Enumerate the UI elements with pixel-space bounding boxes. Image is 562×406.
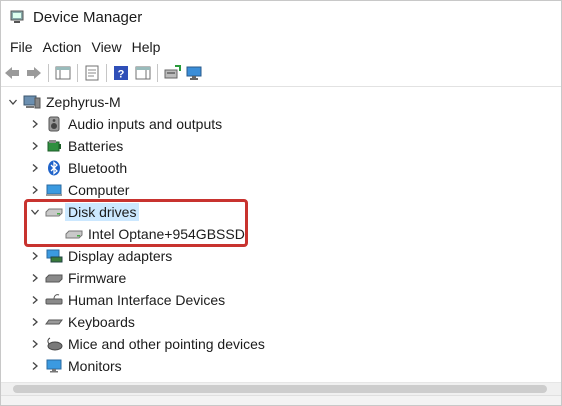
- tree-item-label: Monitors: [68, 358, 122, 374]
- speaker-icon: [45, 116, 63, 132]
- menu-action[interactable]: Action: [38, 39, 87, 55]
- display-adapter-icon: [45, 248, 63, 264]
- menu-view[interactable]: View: [86, 39, 126, 55]
- tree-item-label: Batteries: [68, 138, 124, 154]
- tree-item-computer[interactable]: Computer: [29, 179, 129, 201]
- tree-item-mice[interactable]: Mice and other pointing devices: [29, 333, 265, 355]
- chevron-right-icon[interactable]: [29, 294, 41, 306]
- tree-item-label: Audio inputs and outputs: [68, 116, 223, 132]
- hid-icon: [45, 292, 63, 308]
- tree-item-firmware[interactable]: Firmware: [29, 267, 126, 289]
- toolbar-separator: [157, 64, 158, 82]
- menu-file[interactable]: File: [1, 39, 38, 55]
- chevron-right-icon[interactable]: [29, 250, 41, 262]
- toolbar-separator: [106, 64, 107, 82]
- tree-item-label: Mice and other pointing devices: [68, 336, 265, 352]
- tree-item-keyboards[interactable]: Keyboards: [29, 311, 135, 333]
- chevron-right-icon[interactable]: [29, 162, 41, 174]
- tree-item-batteries[interactable]: Batteries: [29, 135, 123, 157]
- highlight-box: [24, 199, 248, 247]
- toolbar: ?: [1, 60, 561, 87]
- device-manager-icon: [10, 10, 24, 23]
- update-driver-icon: [164, 65, 181, 79]
- back-icon: [5, 67, 19, 79]
- title-bar: Device Manager: [1, 1, 561, 33]
- mouse-icon: [45, 336, 63, 352]
- menu-help[interactable]: Help: [127, 39, 166, 55]
- show-hide-console-tree-icon: [55, 66, 71, 80]
- svg-text:?: ?: [118, 69, 125, 81]
- back-button[interactable]: [1, 62, 23, 84]
- horizontal-scrollbar[interactable]: [1, 382, 561, 396]
- monitor-icon: [45, 358, 63, 374]
- show-hide-console-tree-button[interactable]: [52, 62, 74, 84]
- battery-icon: [45, 138, 63, 154]
- chevron-down-icon[interactable]: [7, 96, 19, 108]
- properties-button[interactable]: [81, 62, 103, 84]
- keyboard-icon: [45, 314, 63, 330]
- scan-hardware-button[interactable]: [183, 62, 205, 84]
- tree-root[interactable]: Zephyrus-M: [7, 91, 121, 113]
- bluetooth-icon: [45, 160, 63, 176]
- tree-item-label: Firmware: [68, 270, 127, 286]
- chevron-right-icon[interactable]: [29, 140, 41, 152]
- tree-item-bluetooth[interactable]: Bluetooth: [29, 157, 127, 179]
- computer-icon: [45, 182, 63, 198]
- window-title: Device Manager: [33, 8, 143, 26]
- toolbar-separator: [48, 64, 49, 82]
- toolbar-separator: [77, 64, 78, 82]
- update-driver-button[interactable]: [161, 62, 183, 84]
- help-icon: ?: [114, 66, 128, 81]
- menu-bar: File Action View Help: [1, 35, 165, 59]
- tree-item-display-adapters[interactable]: Display adapters: [29, 245, 172, 267]
- chevron-right-icon[interactable]: [29, 316, 41, 328]
- tree-item-label: Keyboards: [68, 314, 135, 330]
- help-button[interactable]: ?: [110, 62, 132, 84]
- action-pane-button[interactable]: [132, 62, 154, 84]
- tree-item-label: Human Interface Devices: [68, 292, 226, 308]
- device-manager-window: Device Manager File Action View Help ? Z…: [0, 0, 562, 406]
- tree-item-label: Display adapters: [68, 248, 173, 264]
- computer-icon: [23, 94, 41, 110]
- chevron-right-icon[interactable]: [29, 118, 41, 130]
- scan-hardware-icon: [186, 66, 202, 80]
- scrollbar-thumb[interactable]: [13, 385, 547, 393]
- tree-root-label: Zephyrus-M: [46, 94, 121, 110]
- tree-item-label: Computer: [68, 182, 130, 198]
- chevron-right-icon[interactable]: [29, 272, 41, 284]
- chevron-right-icon[interactable]: [29, 360, 41, 372]
- properties-icon: [85, 65, 99, 81]
- forward-icon: [27, 67, 41, 79]
- firmware-icon: [45, 270, 63, 286]
- action-pane-icon: [135, 66, 151, 80]
- chevron-right-icon[interactable]: [29, 338, 41, 350]
- tree-item-monitors[interactable]: Monitors: [29, 355, 122, 377]
- tree-item-label: Bluetooth: [68, 160, 128, 176]
- chevron-right-icon[interactable]: [29, 184, 41, 196]
- tree-item-audio[interactable]: Audio inputs and outputs: [29, 113, 222, 135]
- status-bar: [1, 395, 561, 405]
- forward-button[interactable]: [23, 62, 45, 84]
- tree-item-hid[interactable]: Human Interface Devices: [29, 289, 225, 311]
